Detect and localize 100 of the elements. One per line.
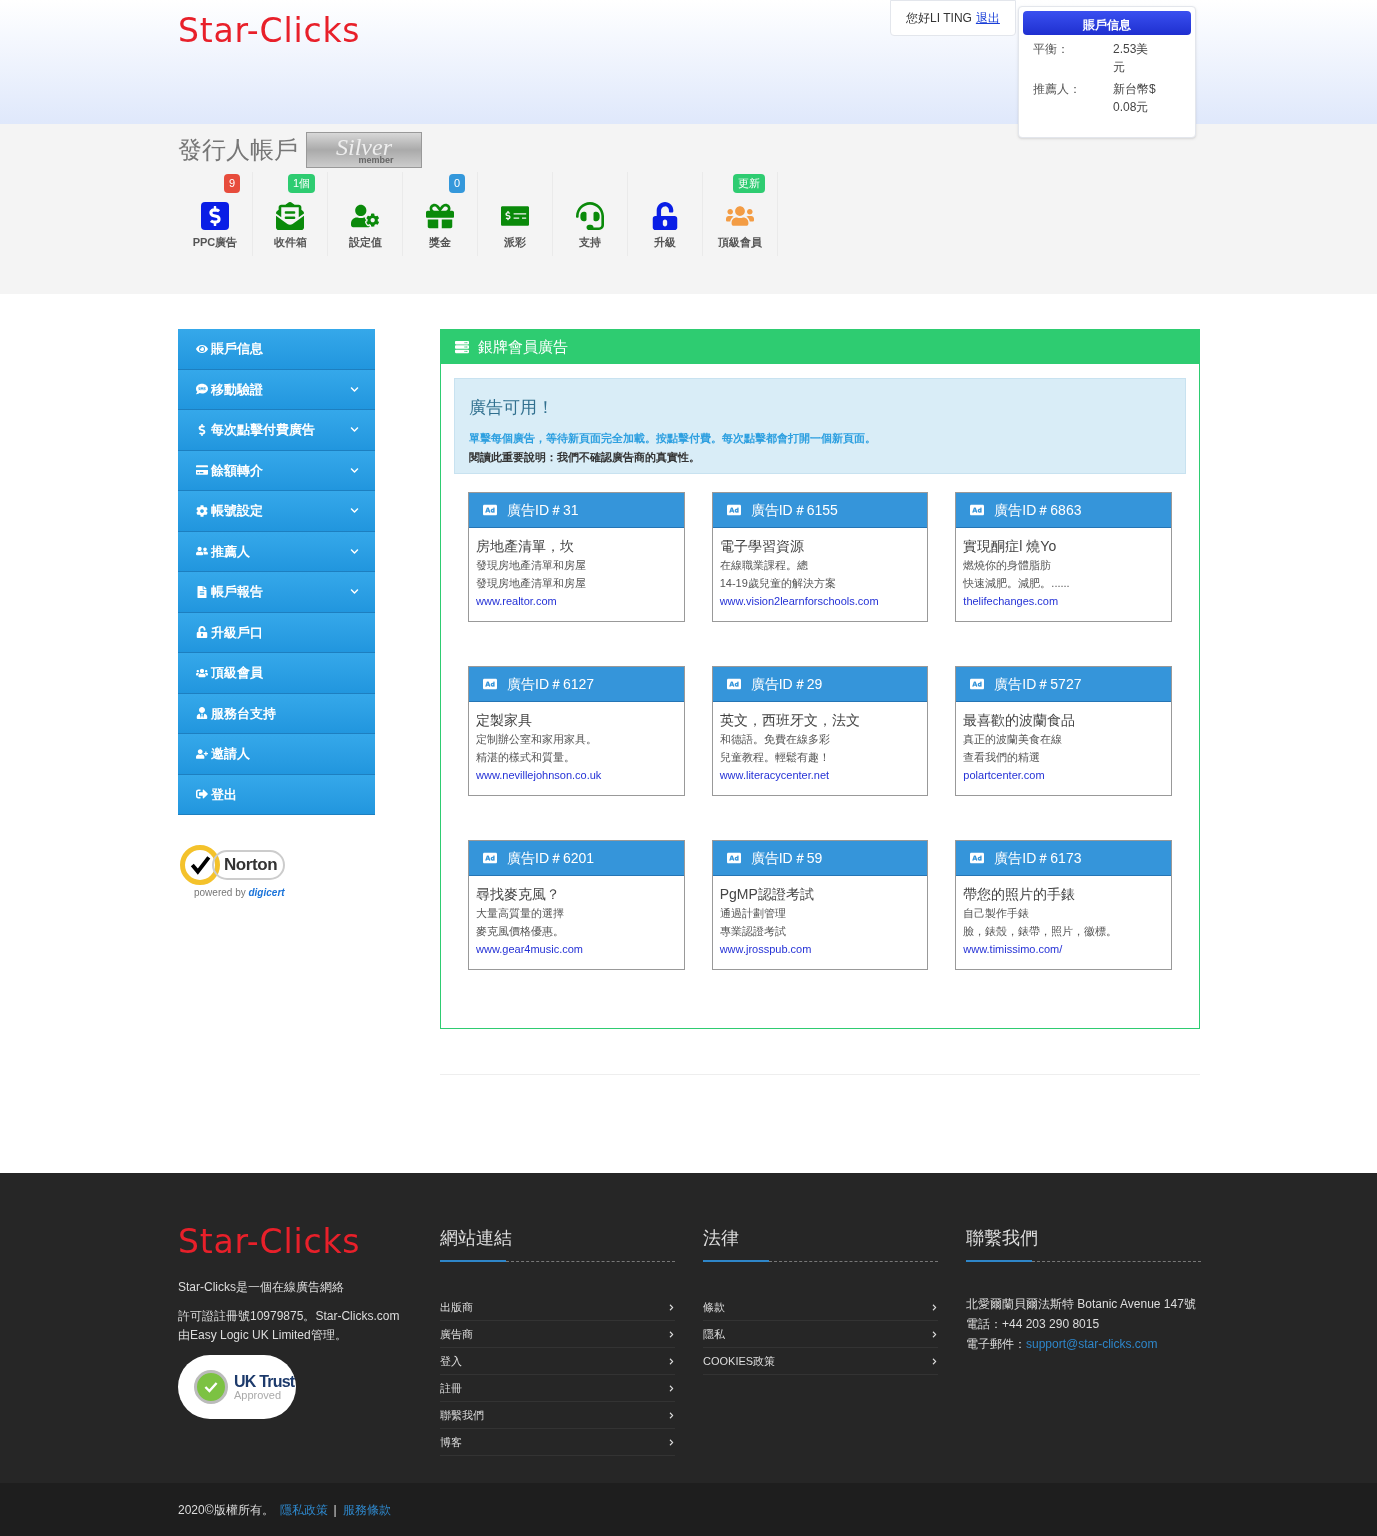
logo[interactable]: Star-Clicks [178, 14, 361, 47]
footer-link[interactable]: 聯繫我們 [440, 1402, 675, 1429]
ad-title: 實現酮症l 燒Yo [963, 537, 1058, 556]
ad-icon [483, 677, 497, 691]
chevron-icon [668, 1384, 675, 1392]
user-icon [196, 707, 208, 720]
ad-id: 廣告ID＃31 [507, 500, 579, 520]
footer-link[interactable]: COOKIES政策 [703, 1348, 938, 1375]
chevron-icon [931, 1330, 938, 1338]
ad-icon [726, 503, 741, 517]
chevron-icon [350, 465, 359, 475]
ad-title: 最喜歡的波蘭食品 [963, 711, 1077, 730]
panel-title: 賬戶信息 [1023, 11, 1191, 35]
panel-title: 銀牌會員廣告 [478, 336, 568, 357]
toolbar-item[interactable]: 1個 收件箱 [253, 172, 328, 256]
field-label: 推薦人： [1032, 81, 1082, 98]
ad-title: 尋找麥克風？ [476, 885, 561, 904]
toolbar-item[interactable]: 升級 [628, 172, 703, 256]
gift-icon [426, 201, 454, 230]
ad-text: 通過計劃管理 [719, 906, 787, 921]
chevron-icon [350, 384, 359, 394]
ad-card[interactable]: 廣告ID＃31 房地產清單，坎 發現房地產清單和房屋 發現房地產清單和房屋 www.realtor.com [468, 492, 685, 622]
ad-icon [970, 503, 985, 517]
ad-icon [970, 677, 985, 691]
footer-link[interactable]: 註冊 [440, 1375, 675, 1402]
notice-heading: 廣告可用！ [469, 397, 555, 419]
ad-text: 查看我們的精選 [963, 750, 1042, 765]
ad-id: 廣告ID＃6155 [750, 500, 838, 520]
logout-link[interactable]: 退出 [975, 9, 1000, 27]
ad-text: 發現房地產清單和房屋 [476, 576, 587, 591]
ad-card[interactable]: 廣告ID＃6201 尋找麥克風？ 大量高質量的選擇 麥克風價格優惠。 www.gear4music.com [468, 840, 685, 970]
toolbar-item[interactable]: 設定值 [328, 172, 403, 256]
toolbar-item[interactable]: 派彩 [478, 172, 553, 256]
settings-icon [196, 504, 208, 517]
unlock-icon [196, 626, 208, 639]
ad-card[interactable]: 廣告ID＃5727 最喜歡的波蘭食品 真正的波蘭美食在線 查看我們的精選 polartcenter.com [955, 666, 1172, 796]
ad-card[interactable]: 廣告ID＃59 PgMP認證考試 通過計劃管理 專業認證考試 www.jrosspub.com [711, 840, 929, 970]
chevron-icon [350, 546, 359, 556]
ad-url[interactable]: thelifechanges.com [963, 592, 1164, 610]
ad-card[interactable]: 廣告ID＃6863 實現酮症l 燒Yo 燃燒你的身體脂肪 快速減肥。減肥。...... thelifechanges.com [955, 492, 1172, 622]
ad-url[interactable]: www.literacycenter.net [719, 766, 921, 784]
ad-url[interactable]: www.realtor.com [476, 592, 677, 610]
address-text: 北愛爾蘭貝爾法斯特 Botanic Avenue 147號 [966, 1296, 1197, 1313]
ad-card[interactable]: 廣告ID＃6173 帶您的照片的手錶 自己製作手錶 臉，錶殼，錶帶，照片，徽標。 www.timissimo.com/ [955, 840, 1172, 970]
footer-link[interactable]: 廣告商 [440, 1321, 675, 1348]
footer-link[interactable]: 出版商 [440, 1294, 675, 1321]
chevron-icon [931, 1357, 938, 1365]
footer-link[interactable]: 博客 [440, 1429, 675, 1456]
ad-url[interactable]: www.jrosspub.com [719, 940, 921, 958]
page-title: 發行人帳戶 [178, 135, 298, 165]
ad-card[interactable]: 廣告ID＃6127 定製家具 定制辦公室和家用家具。 精湛的樣式和質量。 www.nevillejohnson.co.uk [468, 666, 685, 796]
ad-text: 精湛的樣式和質量。 [476, 750, 576, 765]
chevron-icon [668, 1411, 675, 1419]
ad-title: 英文，西班牙文，法文 [719, 711, 861, 730]
toolbar-item[interactable]: 支持 [553, 172, 628, 256]
ad-text: 麥克風價格優惠。 [476, 924, 565, 939]
ad-card[interactable]: 廣告ID＃29 英文，西班牙文，法文 和德語。免費在線多彩 兒童教程。輕鬆有趣！ www.literacycenter.net [711, 666, 929, 796]
ad-url[interactable]: www.gear4music.com [476, 940, 677, 958]
ad-icon [726, 677, 741, 691]
list-icon [455, 340, 469, 354]
disclaimer-text: 閱讀此重要說明：我們不確認廣告商的真實性。 [469, 450, 701, 465]
toolbar-item[interactable]: 9 PPC廣告 [178, 172, 253, 256]
envelope-icon [276, 201, 304, 230]
field-label: 平衡： [1032, 41, 1070, 58]
chat-icon [196, 383, 208, 396]
terms-link[interactable]: 服務條款 [342, 1501, 391, 1519]
license-text: 許可證註冊號10979875。Star-Clicks.com 由Easy Logic UK Limited管理。 [178, 1308, 401, 1344]
ad-text: 兒童教程。輕鬆有趣！ [719, 750, 831, 765]
ad-icon [726, 851, 741, 865]
ad-card[interactable]: 廣告ID＃6155 電子學習資源 在線職業課程。總 14-19歲兒童的解決方案 www.vision2learnforschools.com [711, 492, 929, 622]
chevron-icon [668, 1303, 675, 1311]
email-link[interactable]: support@star-clicks.com [1026, 1337, 1158, 1351]
count-badge: 0 [448, 174, 465, 193]
file-icon [196, 585, 208, 598]
count-badge: 9 [223, 174, 240, 193]
count-badge: 1個 [287, 174, 315, 193]
toolbar-item[interactable]: 0 獎金 [403, 172, 478, 256]
ad-id: 廣告ID＃6201 [507, 848, 595, 868]
ad-url[interactable]: polartcenter.com [963, 766, 1164, 784]
about-text: Star-Clicks是一個在線廣告網絡 [178, 1279, 345, 1296]
count-badge: 更新 [733, 174, 765, 193]
chevron-icon [668, 1438, 675, 1446]
ad-id: 廣告ID＃29 [750, 674, 823, 694]
ad-url[interactable]: www.timissimo.com/ [963, 940, 1164, 958]
footer-link[interactable]: 隱私 [703, 1321, 938, 1348]
ad-text: 專業認證考試 [719, 924, 787, 939]
privacy-link[interactable]: 隱私政策 [279, 1501, 328, 1519]
dollar-icon [196, 423, 208, 436]
ad-url[interactable]: www.nevillejohnson.co.uk [476, 766, 677, 784]
ad-url[interactable]: www.vision2learnforschools.com [719, 592, 921, 610]
chevron-icon [668, 1357, 675, 1365]
toolbar-item[interactable]: 更新 頂級會員 [703, 172, 778, 256]
field-value: 新台幣$ 0.08元 [1113, 81, 1157, 116]
chevron-icon [350, 425, 359, 435]
footer-link[interactable]: 條款 [703, 1294, 938, 1321]
norton-seal: Norton powered by digicert [180, 845, 298, 900]
footer-link[interactable]: 登入 [440, 1348, 675, 1375]
phone-text: 電話：+44 203 290 8015 [966, 1316, 1101, 1333]
separator: | [333, 1502, 337, 1519]
unlock-icon [651, 201, 679, 230]
